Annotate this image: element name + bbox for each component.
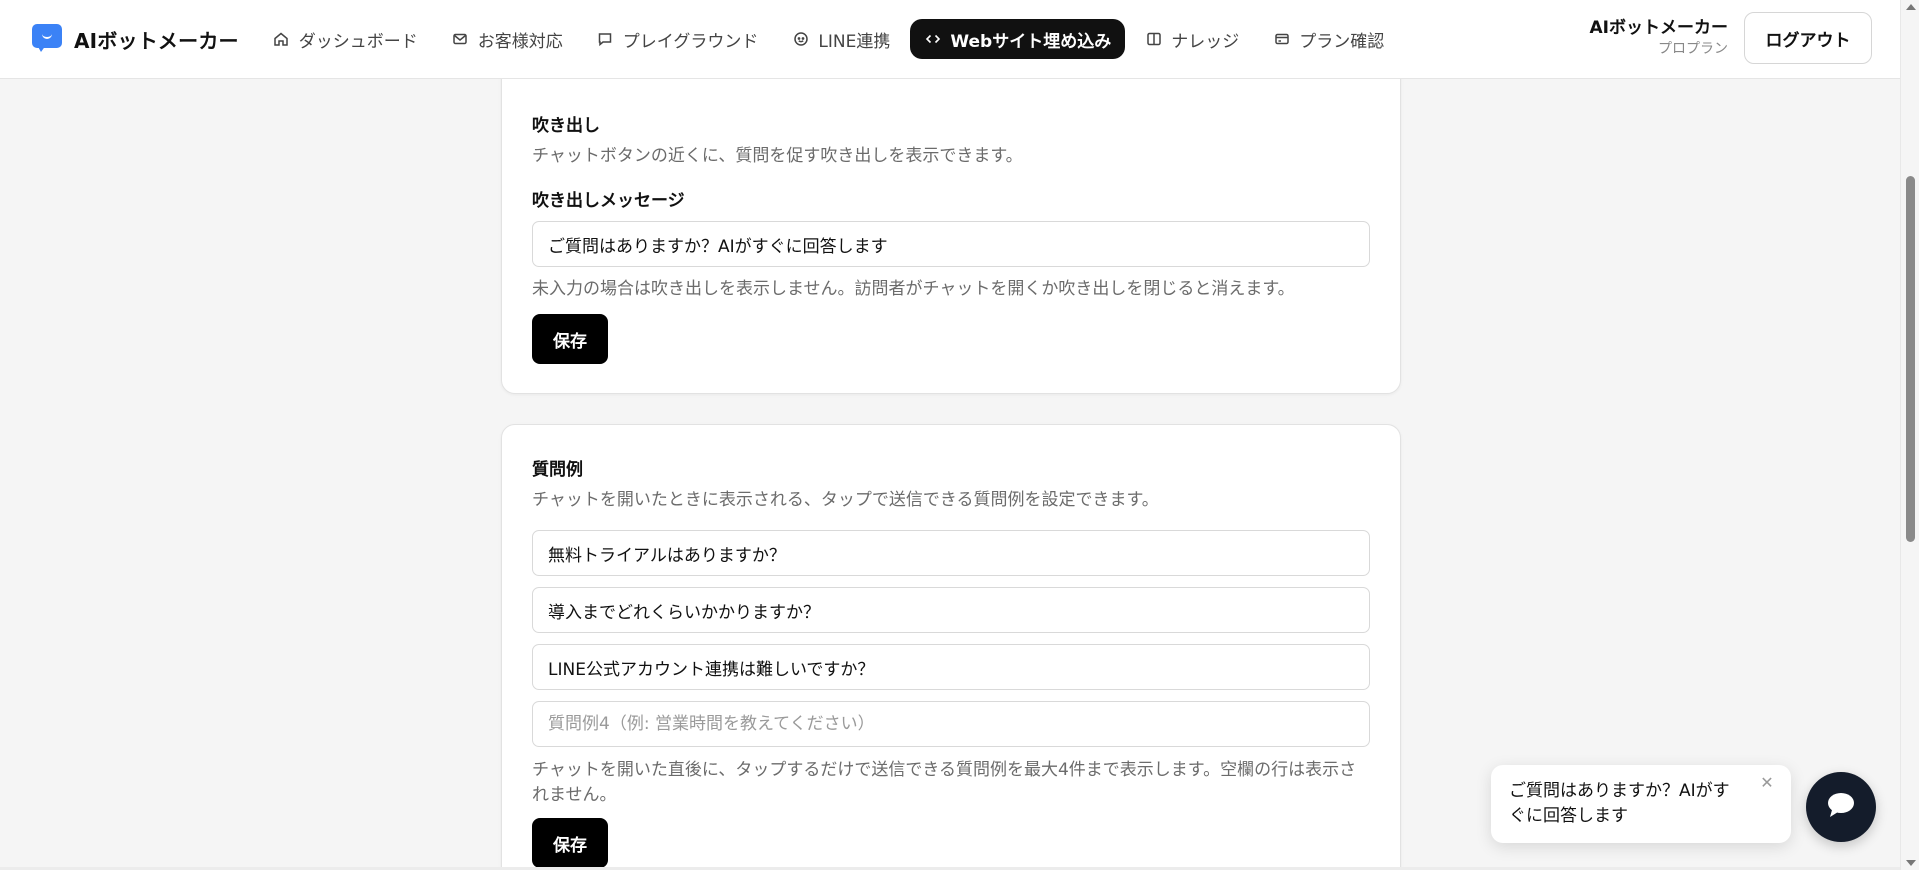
examples-hint: チャットを開いた直後に、タップするだけで送信できる質問例を最大4件まで表示します… xyxy=(532,760,1357,805)
brand[interactable]: AIボットメーカー xyxy=(32,24,239,54)
nav-label: ナレッジ xyxy=(1171,31,1240,52)
nav-item-knowledge[interactable]: ナレッジ xyxy=(1131,19,1253,59)
balloon-save-button[interactable]: 保存 xyxy=(532,314,608,364)
logout-button[interactable]: ログアウト xyxy=(1744,12,1872,64)
nav-label: ダッシュボード xyxy=(298,31,418,52)
home-icon xyxy=(273,31,290,48)
chat-logo-icon xyxy=(32,24,62,54)
nav-label: プラン確認 xyxy=(1299,31,1385,52)
code-icon xyxy=(924,31,941,48)
chat-bubble-icon xyxy=(1825,790,1857,824)
balloon-section-description: チャットボタンの近くに、質問を促す吹き出しを表示できます。 xyxy=(532,146,1023,166)
user-area: AIボットメーカー プロプラン ログアウト xyxy=(1590,12,1872,64)
top-header: AIボットメーカー ダッシュボード お客様対応 プレイグラウンド LINE連携 xyxy=(0,0,1900,79)
brand-name: AIボットメーカー xyxy=(74,28,239,53)
nav-label: お客様対応 xyxy=(477,31,563,52)
nav-label: LINE連携 xyxy=(818,31,891,52)
main-nav: ダッシュボード お客様対応 プレイグラウンド LINE連携 Webサイト埋め込み xyxy=(259,0,1404,78)
balloon-section-title: 吹き出し xyxy=(532,116,600,136)
example-questions-card: 質問例 チャットを開いたときに表示される、タップで送信できる質問例を設定できます… xyxy=(501,424,1401,870)
user-info: AIボットメーカー プロプラン xyxy=(1590,17,1728,59)
nav-item-plan[interactable]: プラン確認 xyxy=(1259,19,1398,59)
smile-circle-icon xyxy=(792,31,809,48)
card-icon xyxy=(1273,31,1290,48)
examples-save-button[interactable]: 保存 xyxy=(532,818,608,868)
close-icon[interactable]: ✕ xyxy=(1759,775,1775,791)
examples-section-title: 質問例 xyxy=(532,460,583,480)
nav-item-playground[interactable]: プレイグラウンド xyxy=(583,19,773,59)
example-question-input-3[interactable] xyxy=(532,644,1370,690)
nav-item-website-embed[interactable]: Webサイト埋め込み xyxy=(910,19,1126,59)
chat-icon xyxy=(597,31,614,48)
chat-launcher-button[interactable] xyxy=(1806,772,1876,842)
nav-item-dashboard[interactable]: ダッシュボード xyxy=(259,19,432,59)
balloon-message-input[interactable] xyxy=(532,221,1370,267)
balloon-settings-card: 吹き出し チャットボタンの近くに、質問を促す吹き出しを表示できます。 吹き出しメ… xyxy=(501,70,1401,394)
chat-preview-text: ご質問はありますか？AIがすぐに回答します xyxy=(1509,781,1730,826)
user-plan: プロプラン xyxy=(1658,41,1728,57)
book-icon xyxy=(1145,31,1162,48)
example-question-input-4[interactable] xyxy=(532,701,1370,747)
mail-icon xyxy=(452,31,469,48)
examples-section-description: チャットを開いたときに表示される、タップで送信できる質問例を設定できます。 xyxy=(532,490,1159,510)
scrollbar-thumb[interactable] xyxy=(1906,176,1915,542)
chat-preview-bubble[interactable]: ご質問はありますか？AIがすぐに回答します ✕ xyxy=(1491,765,1791,843)
user-name: AIボットメーカー xyxy=(1589,18,1728,38)
scroll-up-arrow-icon[interactable] xyxy=(1906,4,1916,10)
nav-item-line[interactable]: LINE連携 xyxy=(778,19,904,59)
balloon-message-label: 吹き出しメッセージ xyxy=(532,191,685,211)
nav-item-customer-support[interactable]: お客様対応 xyxy=(438,19,577,59)
example-question-input-1[interactable] xyxy=(532,530,1370,576)
example-question-input-2[interactable] xyxy=(532,587,1370,633)
scroll-down-arrow-icon[interactable] xyxy=(1906,860,1916,866)
nav-label: プレイグラウンド xyxy=(622,31,759,52)
balloon-hint: 未入力の場合は吹き出しを表示しません。訪問者がチャットを開くか吹き出しを閉じると… xyxy=(532,279,1295,299)
vertical-scrollbar[interactable] xyxy=(1900,0,1919,870)
nav-label: Webサイト埋め込み xyxy=(950,31,1112,52)
